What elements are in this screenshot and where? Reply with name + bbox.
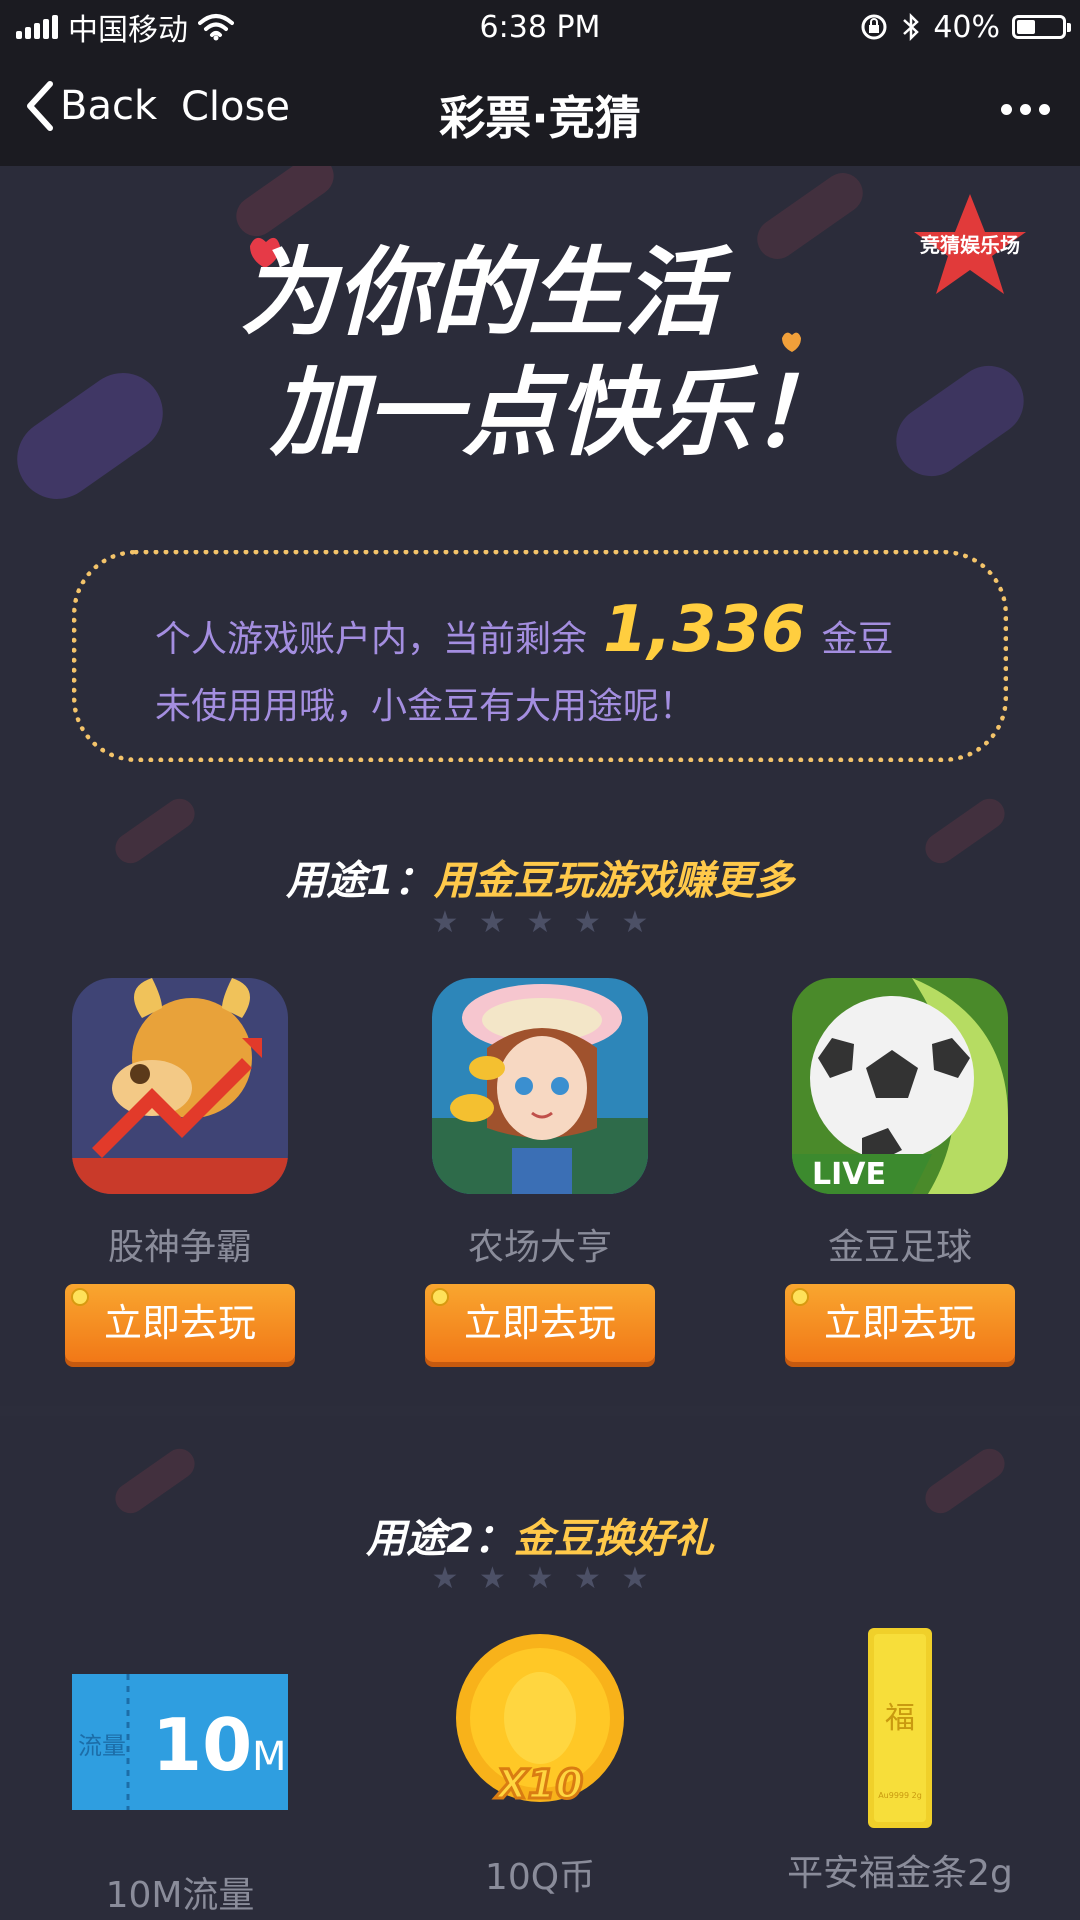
section1-title-lead: 用途1：	[286, 858, 434, 904]
game-card: LIVE 金豆足球 立即去玩	[785, 978, 1015, 1362]
game-name: 股神争霸	[107, 1227, 252, 1268]
badge-text: 竞猜娱乐场	[920, 233, 1020, 257]
gift-name: 10M流量	[105, 1875, 255, 1916]
game-name: 金豆足球	[827, 1227, 972, 1268]
coin-label: X10	[494, 1762, 584, 1808]
star-icon: ★	[479, 1561, 506, 1596]
gift-item-data[interactable]: 流量 10 M 10M流量	[72, 1656, 288, 1918]
gift-name: 平安福金条2g	[787, 1853, 1013, 1894]
decor-streak	[1, 357, 179, 515]
play-now-label: 立即去玩	[103, 1301, 256, 1345]
section2-stars: ★ ★ ★ ★ ★	[430, 1564, 650, 1594]
star-icon: ★	[526, 905, 554, 940]
game-card: 股神争霸 立即去玩	[65, 978, 295, 1362]
battery-percent: 40%	[933, 9, 1000, 45]
bean-balance-line: 个人游戏账户内，当前剩余 1,336 金豆	[155, 593, 893, 667]
star-icon: ★	[479, 905, 506, 940]
bean-prefix: 个人游戏账户内，当前剩余	[155, 619, 588, 660]
bar-small-text: Au9999 2g	[878, 1791, 922, 1800]
more-dot-icon	[1039, 104, 1050, 115]
more-dot-icon	[1020, 104, 1031, 115]
entertainment-badge-logo: 竞猜娱乐场	[914, 194, 1026, 294]
slogan-line-2: 加一点快乐！	[269, 357, 830, 469]
bean-soccer-game-icon[interactable]: LIVE	[792, 978, 1008, 1194]
hero-section: 为你的生活 加一点快乐！ 竞猜娱乐场 个人游戏账户内，当前剩余 1,336 金豆…	[0, 166, 1080, 1406]
status-bar: 中国移动 6:38 PM 40%	[0, 0, 1080, 54]
rotation-lock-icon	[861, 14, 887, 40]
data-card-icon: 流量 10 M	[72, 1674, 288, 1810]
gift-item-gold-bar[interactable]: 福 Au9999 2g 平安福金条2g	[770, 1628, 1030, 1896]
section1-title: 用途1：用金豆玩游戏赚更多	[0, 848, 1080, 906]
coin-icon	[71, 1288, 89, 1306]
hero-slogan: 为你的生活 加一点快乐！	[240, 237, 830, 469]
play-now-label: 立即去玩	[823, 1301, 976, 1345]
farm-tycoon-game-icon[interactable]	[432, 978, 648, 1194]
q-coin-icon: X10	[456, 1634, 624, 1810]
bluetooth-icon	[903, 12, 920, 42]
play-now-button[interactable]: 立即去玩	[425, 1284, 655, 1362]
carrier-name: 中国移动	[68, 13, 188, 48]
star-icon: ★	[574, 905, 601, 940]
card-side-text: 流量	[78, 1732, 126, 1760]
bean-hint: 未使用用哦，小金豆有大用途呢！	[155, 686, 696, 727]
section2-title: 用途2：金豆换好礼	[0, 1506, 1080, 1564]
gift-section: 用途2：金豆换好礼 ★ ★ ★ ★ ★ 流量 10 M 10M流量 X10 10…	[0, 1416, 1080, 1920]
star-icon: ★	[431, 1561, 459, 1596]
wifi-icon	[198, 14, 234, 41]
gift-item-qcoin[interactable]: X10 10Q币	[440, 1634, 640, 1900]
more-dot-icon	[1001, 104, 1012, 115]
star-icon: ★	[431, 905, 459, 940]
play-now-button[interactable]: 立即去玩	[785, 1284, 1015, 1362]
coin-icon	[791, 1288, 809, 1306]
bean-unit: 金豆	[821, 619, 894, 660]
star-icon: ★	[574, 1561, 601, 1596]
coin-icon	[431, 1288, 449, 1306]
bean-count: 1,336	[603, 593, 806, 667]
game-card: 农场大亨 立即去玩	[425, 978, 655, 1362]
bean-balance-card: 个人游戏账户内，当前剩余 1,336 金豆 未使用用哦，小金豆有大用途呢！	[72, 550, 1008, 762]
slogan-line-1: 为你的生活	[240, 237, 733, 349]
card-big-text: 10	[152, 1703, 252, 1787]
card-small-text: M	[252, 1734, 287, 1780]
section1-title-main: 用金豆玩游戏赚更多	[433, 858, 794, 904]
stock-king-game-icon[interactable]	[72, 978, 288, 1194]
page-title: 彩票·竞猜	[439, 91, 641, 145]
more-options-button[interactable]	[1001, 104, 1050, 115]
gift-name: 10Q币	[484, 1857, 596, 1898]
game-name: 农场大亨	[467, 1227, 612, 1268]
play-now-label: 立即去玩	[463, 1301, 616, 1345]
decor-streak	[882, 352, 1038, 490]
section2-title-main: 金豆换好礼	[513, 1516, 714, 1562]
bar-char: 福	[885, 1701, 915, 1736]
section2-title-lead: 用途2：	[366, 1516, 514, 1562]
play-now-button[interactable]: 立即去玩	[65, 1284, 295, 1362]
signal-icon	[16, 15, 58, 39]
live-tag: LIVE	[812, 1157, 886, 1192]
section1-stars: ★ ★ ★ ★ ★	[430, 908, 650, 938]
gold-bar-icon: 福 Au9999 2g	[868, 1628, 932, 1828]
star-icon: ★	[621, 1561, 649, 1596]
star-icon: ★	[526, 1561, 554, 1596]
star-icon: ★	[621, 905, 649, 940]
battery-icon	[1012, 15, 1071, 39]
nav-bar: Back Close 彩票·竞猜	[0, 54, 1080, 166]
